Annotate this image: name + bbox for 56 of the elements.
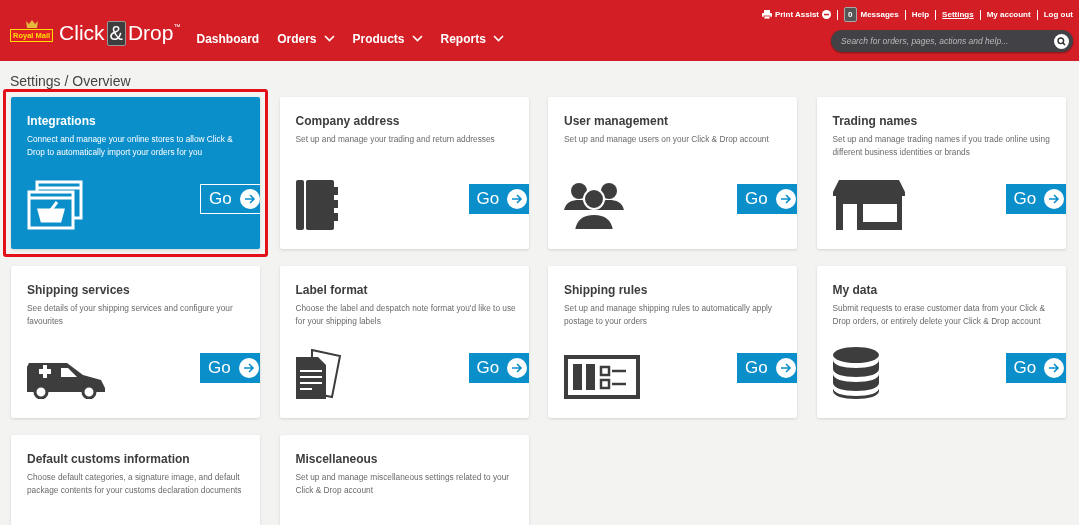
card-title: My data (832, 283, 879, 297)
chevron-icon (492, 35, 504, 42)
card-title: Label format (295, 283, 369, 297)
print-assist-link[interactable]: Print Assist (761, 10, 832, 19)
card-title: Default customs information (27, 452, 191, 466)
minus-circle-icon (822, 10, 832, 19)
notebook-icon (295, 180, 338, 230)
search-icon (1054, 33, 1069, 49)
card-title: User management (564, 114, 670, 128)
nav-link[interactable]: Reports (440, 31, 504, 46)
card-description: Set up and manage your trading and return addresses (295, 133, 496, 146)
card-title: Company address (295, 114, 401, 128)
header-link[interactable]: Help (911, 10, 930, 19)
go-button[interactable]: Go (468, 184, 529, 214)
card-description: Submit requests to erase customer data from your Click & Drop orders, or entirely delete your Click & Drop account (832, 302, 1047, 328)
nav-link[interactable]: Dashboard (196, 31, 260, 46)
card-description: Set up and manage shipping rules to automatically apply postage to your orders (564, 302, 773, 328)
shop-icon (832, 180, 905, 230)
card-description: Set up and manage miscellaneous settings related to your Click & Drop account (295, 471, 511, 497)
card-title: Trading names (832, 114, 919, 128)
nav-link[interactable]: Products (352, 31, 423, 46)
header-link[interactable]: My account (986, 10, 1031, 19)
chevron-icon (323, 35, 335, 42)
card-description: Set up and manage users on your Click & Drop account (564, 133, 770, 146)
chevron-icon (411, 35, 423, 42)
card-description: Connect and manage your online stores to allow Click & Drop to automatically import your orders for you (27, 133, 234, 159)
go-button[interactable]: Go (200, 353, 260, 383)
card-title: Integrations (27, 114, 97, 128)
crown-icon (25, 19, 38, 29)
go-button[interactable]: Go (1005, 353, 1066, 383)
card-description: Choose the label and despatch note format you'd like to use for your shipping labels (295, 302, 517, 328)
go-button[interactable]: Go (737, 353, 797, 383)
card-description: Set up and manage trading names if you trade online using different business identities or brands (832, 133, 1051, 159)
van-icon (27, 363, 105, 399)
header-link[interactable]: Log out (1043, 10, 1073, 19)
database-icon (832, 347, 879, 399)
rules-board-icon (564, 355, 640, 399)
card-description: Choose default categories, a signature image, and default package contents for your customs declaration documents (27, 471, 243, 497)
store-windows-icon (27, 180, 83, 230)
nav-link[interactable]: Orders (277, 31, 335, 46)
go-button[interactable]: Go (468, 353, 529, 383)
search-field[interactable]: Search for orders, pages, actions and help... (831, 30, 1073, 52)
documents-icon (295, 349, 342, 399)
card-description: See details of your shipping services and configure your favourites (27, 302, 234, 328)
go-button[interactable]: Go (737, 184, 797, 214)
go-button[interactable]: Go (1005, 184, 1066, 214)
card-title: Shipping services (27, 283, 131, 297)
messages-link[interactable]: Messages (860, 10, 899, 19)
breadcrumb: Settings / Overview (10, 73, 132, 89)
message-count-badge: 0 (844, 7, 857, 22)
go-button[interactable]: Go (200, 184, 260, 214)
users-icon (564, 180, 624, 230)
header-link[interactable]: Settings (942, 10, 974, 19)
card-title: Miscellaneous (295, 452, 379, 466)
printer-icon (761, 10, 772, 19)
card-title: Shipping rules (564, 283, 649, 297)
